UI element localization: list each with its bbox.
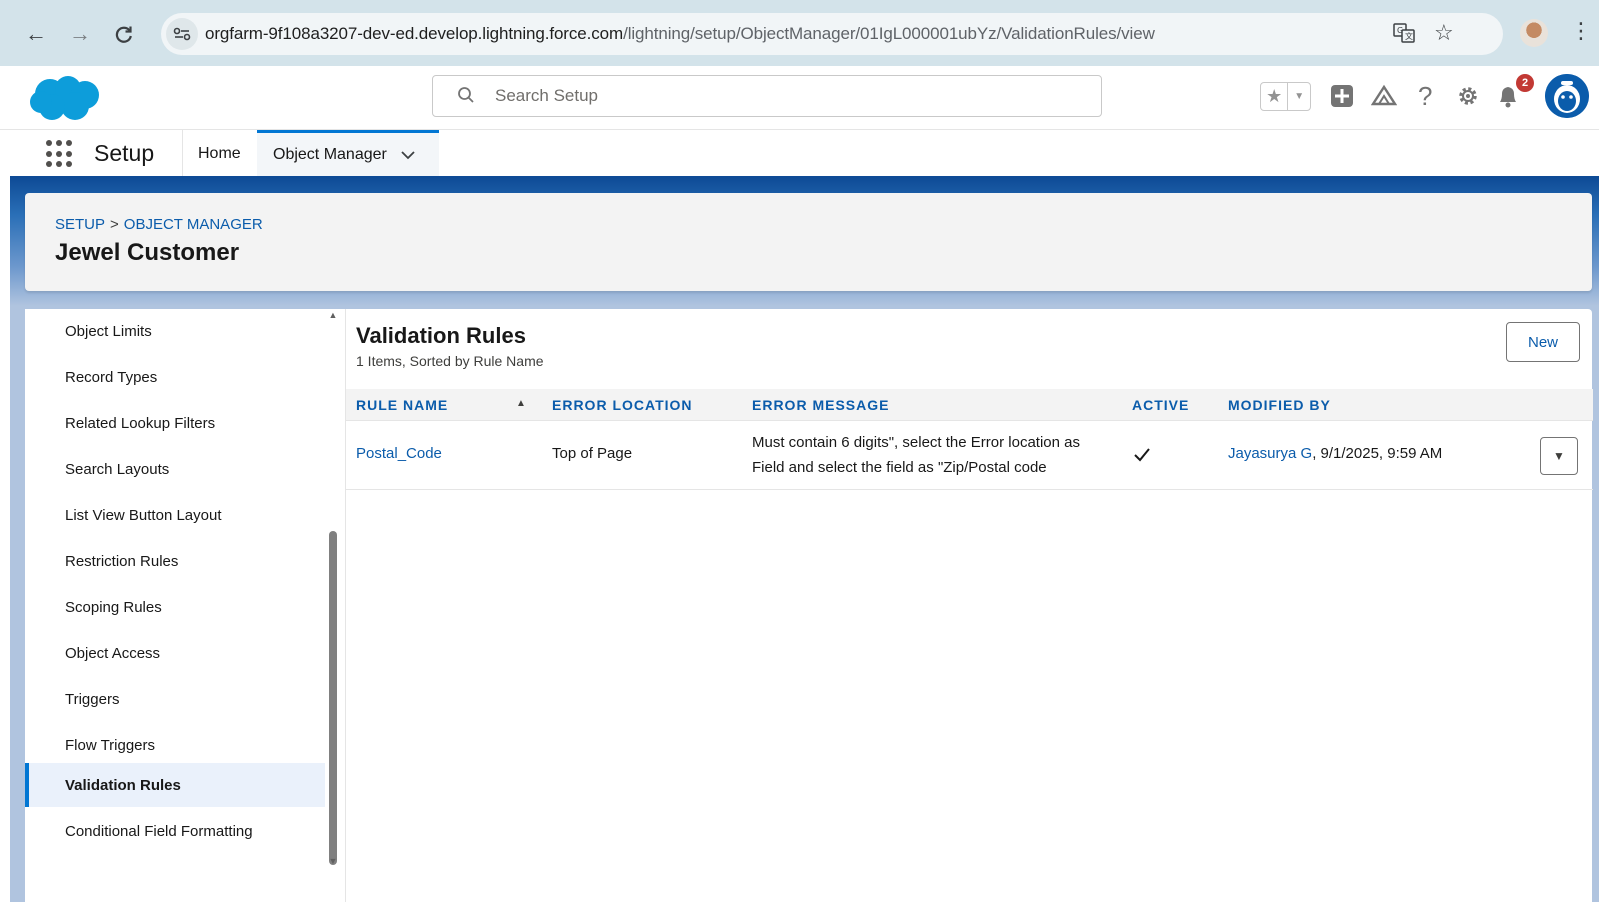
favorites-group: ★ ▼ bbox=[1260, 82, 1311, 111]
column-active[interactable]: ACTIVE bbox=[1132, 397, 1189, 413]
bookmark-star-icon[interactable]: ☆ bbox=[1434, 20, 1454, 46]
reload-icon[interactable] bbox=[108, 18, 140, 50]
address-bar[interactable]: orgfarm-9f108a3207-dev-ed.develop.lightn… bbox=[161, 13, 1503, 55]
trailhead-icon[interactable] bbox=[1371, 79, 1397, 113]
modified-by-user-link[interactable]: Jayasurya G bbox=[1228, 445, 1312, 462]
user-avatar[interactable] bbox=[1545, 74, 1589, 118]
profile-avatar[interactable] bbox=[1520, 19, 1548, 47]
url-domain: orgfarm-9f108a3207-dev-ed.develop.lightn… bbox=[205, 24, 624, 43]
breadcrumb-setup[interactable]: SETUP bbox=[55, 216, 105, 233]
scroll-down-icon[interactable]: ▼ bbox=[327, 855, 339, 867]
sidebar-scrollbar[interactable]: ▲ ▼ bbox=[327, 309, 339, 891]
sort-ascending-icon[interactable]: ▲ bbox=[516, 398, 526, 409]
new-button[interactable]: New bbox=[1506, 322, 1580, 362]
sidebar-item-scoping-rules[interactable]: Scoping Rules bbox=[25, 585, 325, 629]
back-icon[interactable]: ← bbox=[20, 18, 52, 50]
sidebar-item-conditional-field-formatting[interactable]: Conditional Field Formatting bbox=[25, 809, 325, 853]
global-header: ★ ▼ ? 2 bbox=[0, 66, 1599, 129]
column-error-location[interactable]: ERROR LOCATION bbox=[552, 397, 693, 413]
breadcrumb-object-manager[interactable]: OBJECT MANAGER bbox=[124, 216, 263, 233]
search-icon bbox=[457, 86, 475, 109]
tab-home[interactable]: Home bbox=[182, 130, 257, 177]
notification-count-badge: 2 bbox=[1516, 74, 1534, 92]
error-location-cell: Top of Page bbox=[552, 445, 633, 462]
setup-gear-icon[interactable] bbox=[1456, 79, 1480, 113]
page-title: Jewel Customer bbox=[55, 239, 240, 266]
app-launcher-icon[interactable] bbox=[46, 140, 74, 168]
favorites-star-icon[interactable]: ★ bbox=[1261, 83, 1289, 110]
search-setup-input[interactable] bbox=[495, 84, 1055, 108]
favorites-dropdown-icon[interactable]: ▼ bbox=[1288, 83, 1310, 110]
sidebar-item-validation-rules[interactable]: Validation Rules bbox=[25, 763, 325, 807]
modified-by-cell: Jayasurya G, 9/1/2025, 9:59 AM bbox=[1228, 445, 1442, 462]
tab-home-label: Home bbox=[198, 144, 241, 162]
scroll-up-icon[interactable]: ▲ bbox=[327, 309, 339, 321]
breadcrumb: SETUP > OBJECT MANAGER bbox=[55, 216, 263, 233]
error-message-line-1: Must contain 6 digits", select the Error… bbox=[752, 434, 1080, 451]
translate-icon[interactable]: G文 bbox=[1393, 23, 1415, 49]
list-title: Validation Rules bbox=[356, 323, 526, 348]
scrollbar-thumb[interactable] bbox=[329, 531, 337, 865]
error-message-cell: Must contain 6 digits", select the Error… bbox=[752, 430, 1112, 480]
menu-kebab-icon[interactable]: ⋮ bbox=[1570, 18, 1592, 44]
sidebar-item-search-layouts[interactable]: Search Layouts bbox=[25, 447, 325, 491]
help-icon[interactable]: ? bbox=[1418, 79, 1432, 113]
url-text[interactable]: orgfarm-9f108a3207-dev-ed.develop.lightn… bbox=[205, 24, 1155, 44]
sidebar-item-object-limits[interactable]: Object Limits bbox=[25, 309, 325, 353]
svg-text:文: 文 bbox=[1405, 31, 1413, 41]
main-card: Object Limits Record Types Related Looku… bbox=[25, 309, 1593, 902]
tab-object-manager[interactable]: Object Manager bbox=[257, 130, 439, 177]
validation-rules-panel: Validation Rules 1 Items, Sorted by Rule… bbox=[345, 309, 1593, 902]
sidebar-item-flow-triggers[interactable]: Flow Triggers bbox=[25, 723, 325, 767]
tab-object-manager-label: Object Manager bbox=[273, 146, 387, 163]
sidebar-item-object-access[interactable]: Object Access bbox=[25, 631, 325, 675]
sidebar-item-list-view-button-layout[interactable]: List View Button Layout bbox=[25, 493, 325, 537]
column-modified-by[interactable]: MODIFIED BY bbox=[1228, 397, 1331, 413]
sidebar-item-related-lookup-filters[interactable]: Related Lookup Filters bbox=[25, 401, 325, 445]
global-create-icon[interactable] bbox=[1330, 79, 1354, 113]
forward-icon[interactable]: → bbox=[64, 18, 96, 50]
page-header: SETUP > OBJECT MANAGER Jewel Customer bbox=[25, 193, 1592, 291]
sidebar-item-restriction-rules[interactable]: Restriction Rules bbox=[25, 539, 325, 583]
column-error-message[interactable]: ERROR MESSAGE bbox=[752, 397, 889, 413]
sidebar-item-record-types[interactable]: Record Types bbox=[25, 355, 325, 399]
browser-toolbar: ← → orgfarm-9f108a3207-dev-ed.develop.li… bbox=[0, 0, 1599, 66]
breadcrumb-separator: > bbox=[110, 216, 119, 233]
url-path: /lightning/setup/ObjectManager/01IgL0000… bbox=[623, 24, 1155, 43]
chevron-down-icon[interactable] bbox=[401, 147, 415, 163]
site-info-icon[interactable] bbox=[166, 18, 198, 50]
column-rule-name[interactable]: RULE NAME bbox=[356, 397, 448, 413]
row-actions-button[interactable]: ▼ bbox=[1540, 437, 1578, 475]
modified-by-date: , 9/1/2025, 9:59 AM bbox=[1312, 445, 1443, 462]
search-setup-box[interactable] bbox=[432, 75, 1102, 117]
context-bar: Setup Home Object Manager bbox=[0, 129, 1599, 177]
active-check-icon bbox=[1132, 445, 1152, 465]
rule-name-link[interactable]: Postal_Code bbox=[356, 445, 442, 462]
error-message-line-2: Field and select the field as "Zip/Posta… bbox=[752, 459, 1047, 476]
dropdown-arrow-icon: ▼ bbox=[1553, 449, 1565, 463]
sidebar-item-triggers[interactable]: Triggers bbox=[25, 677, 325, 721]
table-row: Postal_Code Top of Page Must contain 6 d… bbox=[346, 421, 1593, 490]
table-header: RULE NAME ▲ ERROR LOCATION ERROR MESSAGE… bbox=[346, 389, 1593, 421]
list-subtitle: 1 Items, Sorted by Rule Name bbox=[356, 353, 544, 369]
app-name: Setup bbox=[94, 140, 155, 166]
salesforce-cloud-logo[interactable] bbox=[28, 72, 102, 124]
sidebar: Object Limits Record Types Related Looku… bbox=[25, 309, 325, 902]
